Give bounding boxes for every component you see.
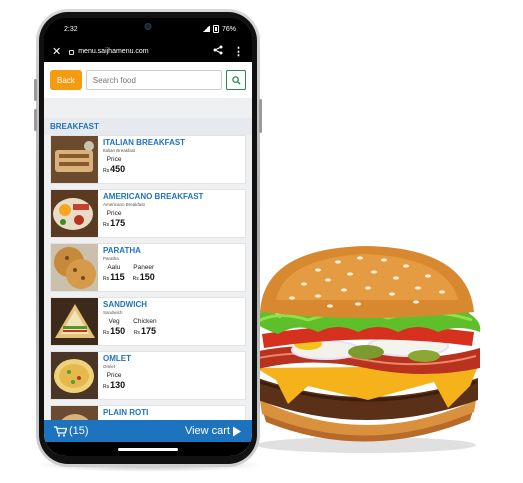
- status-time: 2:32: [64, 25, 78, 33]
- price-label: Veg: [108, 318, 120, 325]
- cart-bar[interactable]: (15) View cart: [44, 420, 252, 442]
- price-label: Price: [106, 372, 122, 379]
- signal-icon: [201, 26, 210, 32]
- price-label: Price: [106, 210, 122, 217]
- price-value: 150: [139, 272, 155, 282]
- menu-page: Back BREAKFAST: [44, 62, 252, 456]
- currency-label: Rs: [103, 222, 110, 228]
- search-input[interactable]: [85, 70, 222, 90]
- price-option: Price Rs175: [103, 209, 125, 231]
- currency-label: Rs: [103, 276, 110, 282]
- phone-screen: 2:32 76% ✕ menu.saijhamenu.com ⋮ Back Se…: [44, 18, 252, 456]
- item-subtitle: Italian Breakfast: [103, 148, 136, 153]
- cart-summary[interactable]: (15): [54, 425, 89, 437]
- url-text[interactable]: menu.saijhamenu.com: [78, 48, 213, 55]
- currency-label: Rs: [132, 276, 139, 282]
- item-subtitle: Americano Breakfast: [103, 202, 145, 207]
- menu-list: ITALIAN BREAKFAST Italian Breakfast Pric…: [44, 135, 252, 454]
- price-label: Price: [106, 156, 122, 163]
- price-value: 150: [110, 326, 126, 336]
- battery-icon: [212, 25, 219, 33]
- status-indicators: 76%: [201, 25, 236, 33]
- more-icon[interactable]: ⋮: [233, 45, 244, 58]
- item-subtitle: Omlet: [103, 364, 116, 369]
- price-value: 115: [110, 272, 125, 282]
- section-title: BREAKFAST: [44, 118, 252, 135]
- price-option: Price Rs130: [103, 371, 125, 393]
- food-image: [51, 136, 98, 183]
- food-image: [51, 190, 98, 237]
- lock-icon: [69, 49, 75, 55]
- menu-item[interactable]: OMLET Omlet Price Rs130: [50, 351, 246, 400]
- promo-scene: 2:32 76% ✕ menu.saijhamenu.com ⋮ Back Se…: [0, 0, 523, 483]
- item-name: PARATHA: [103, 246, 141, 255]
- price-value: 175: [110, 218, 126, 228]
- price-label: Paneer: [133, 264, 155, 271]
- item-name: SANDWICH: [103, 300, 147, 309]
- cart-count: (15): [69, 425, 89, 437]
- price-option: Aalu Rs115: [103, 263, 125, 285]
- price-value: 175: [140, 326, 156, 336]
- food-image: [51, 352, 98, 399]
- search-row: Back: [44, 62, 252, 98]
- menu-item[interactable]: SANDWICH Sandwich Veg Rs150 Chicken Rs17…: [50, 297, 246, 346]
- close-icon[interactable]: ✕: [52, 45, 61, 58]
- camera-icon: [144, 23, 152, 30]
- food-image: [51, 244, 98, 291]
- item-name: PLAIN ROTI: [103, 408, 149, 417]
- price-value: 450: [110, 164, 126, 174]
- price-label: Aalu: [107, 264, 121, 271]
- search-icon: [231, 75, 241, 85]
- price-option: Veg Rs150: [103, 317, 125, 339]
- currency-label: Rs: [103, 330, 110, 336]
- menu-item[interactable]: PARATHA Paratha Aalu Rs115 Paneer Rs150: [50, 243, 246, 292]
- price-value: 130: [110, 380, 126, 390]
- food-image: [51, 298, 98, 345]
- phone-power-button: [259, 99, 262, 133]
- menu-item[interactable]: AMERICANO BREAKFAST Americano Breakfast …: [50, 189, 246, 238]
- currency-label: Rs: [103, 168, 110, 174]
- home-indicator[interactable]: [118, 448, 178, 451]
- price-option: Price Rs450: [103, 155, 125, 177]
- view-cart-button[interactable]: View cart: [185, 425, 242, 437]
- price-option: Chicken Rs175: [133, 317, 156, 339]
- menu-item[interactable]: ITALIAN BREAKFAST Italian Breakfast Pric…: [50, 135, 246, 184]
- search-button[interactable]: [226, 70, 246, 90]
- phone-frame: 2:32 76% ✕ menu.saijhamenu.com ⋮ Back Se…: [34, 9, 262, 467]
- share-icon[interactable]: [213, 45, 223, 58]
- phone-bezel: 2:32 76% ✕ menu.saijhamenu.com ⋮ Back Se…: [39, 12, 257, 464]
- cart-icon: [54, 425, 67, 437]
- battery-level: 76%: [221, 25, 236, 33]
- currency-label: Rs: [133, 330, 140, 336]
- home-area: [44, 442, 252, 456]
- item-subtitle: Sandwich: [103, 310, 123, 315]
- view-cart-label: View cart: [184, 425, 230, 437]
- item-name: AMERICANO BREAKFAST: [103, 192, 204, 201]
- browser-toolbar: ✕ menu.saijhamenu.com ⋮: [44, 40, 252, 62]
- menu-section: BREAKFAST ITALIAN BREAKFAST Italian Brea…: [44, 118, 252, 454]
- back-button[interactable]: Back: [50, 70, 82, 90]
- price-label: Chicken: [133, 318, 157, 325]
- price-option: Paneer Rs150: [133, 263, 155, 285]
- item-subtitle: Paratha: [103, 256, 119, 261]
- item-name: ITALIAN BREAKFAST: [103, 138, 186, 147]
- phone-volume-button: [34, 109, 37, 131]
- play-icon: [233, 426, 241, 436]
- item-name: OMLET: [103, 354, 131, 363]
- burger-image: [252, 246, 481, 453]
- currency-label: Rs: [103, 384, 110, 390]
- phone-volume-button: [34, 79, 37, 101]
